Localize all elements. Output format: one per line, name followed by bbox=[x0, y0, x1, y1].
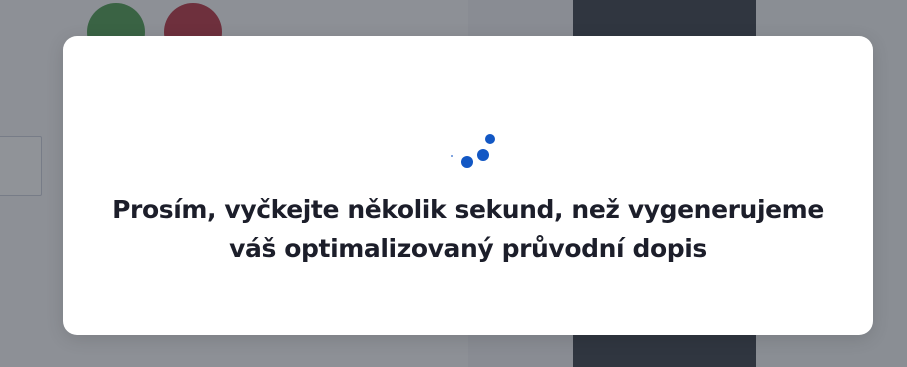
loading-spinner-icon bbox=[63, 36, 873, 335]
spinner-dot bbox=[451, 155, 453, 157]
spinner-dot bbox=[485, 134, 495, 144]
loading-message-line-2: váš optimalizovaný průvodní dopis bbox=[229, 234, 707, 263]
app-window: Prosím, vyčkejte několik sekund, než vyg… bbox=[0, 0, 907, 367]
loading-modal: Prosím, vyčkejte několik sekund, než vyg… bbox=[63, 36, 873, 335]
spinner-dot bbox=[477, 149, 489, 161]
loading-message-line-1: Prosím, vyčkejte několik sekund, než vyg… bbox=[112, 195, 824, 224]
spinner-dot bbox=[461, 156, 473, 168]
loading-message: Prosím, vyčkejte několik sekund, než vyg… bbox=[63, 190, 873, 268]
